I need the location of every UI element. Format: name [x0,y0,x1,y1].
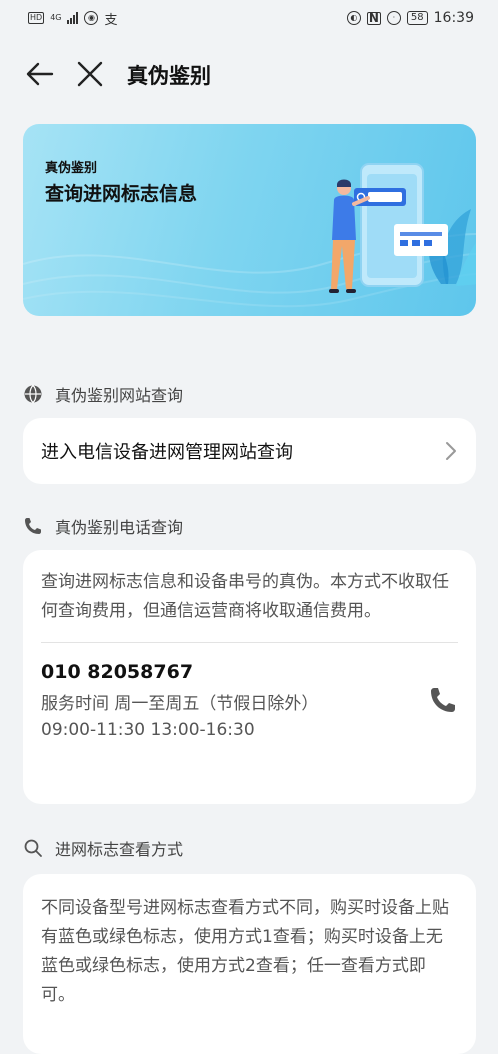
phone-description: 查询进网标志信息和设备串号的真伪。本方式不收取任何查询费用，但通信运营商将收取通… [41,572,449,621]
page-title: 真伪鉴别 [127,64,211,88]
search-icon [24,839,42,857]
chevron-right-icon [446,442,456,460]
method-section-header: 进网标志查看方式 [23,836,183,860]
globe-icon [24,385,42,403]
status-bar: HD 4G ◉ 支 ◐ N · 58 16:39 [0,0,498,36]
phone-section-title: 真伪鉴别电话查询 [55,518,184,537]
website-section-title: 真伪鉴别网站查询 [55,386,184,405]
view-method-card: 不同设备型号进网标志查看方式不同，购买时设备上贴有蓝色或绿色标志，使用方式1查看… [23,874,476,1054]
phone-query-card: 查询进网标志信息和设备串号的真伪。本方式不收取任何查询费用，但通信运营商将收取通… [23,550,476,804]
nfc-icon: N [366,10,381,25]
clock: 16:39 [433,10,474,26]
hero-banner: 真伪鉴别 查询进网标志信息 [23,124,476,316]
phone-info: 010 82058767 服务时间 周一至周五（节假日除外） 09:00-11:… [41,659,458,743]
phone-person-illustration [329,163,476,293]
banner-kicker: 真伪鉴别 [45,161,98,176]
telecom-website-link[interactable]: 进入电信设备进网管理网站查询 [23,418,476,484]
status-left: HD 4G ◉ 支 [28,9,118,28]
divider [41,642,458,643]
website-section-header: 真伪鉴别网站查询 [23,382,183,406]
network-type: 4G [50,13,62,22]
call-button-icon[interactable] [428,685,458,715]
service-hours: 服务时间 周一至周五（节假日除外） [41,694,319,714]
back-arrow-icon[interactable] [22,56,58,92]
phone-section-header: 真伪鉴别电话查询 [23,514,183,538]
alipay-notification: 支 [104,12,118,28]
phone-icon [25,518,41,534]
phone-number: 010 82058767 [41,661,194,683]
alarm-icon: · [386,11,401,25]
hd-indicator: HD [28,12,45,24]
telecom-website-link-label: 进入电信设备进网管理网站查询 [41,442,293,463]
app-notification-icon: ◉ [84,11,99,25]
nfc-ring-icon: ◐ [346,11,361,25]
service-times: 09:00-11:30 13:00-16:30 [41,720,255,740]
method-section-title: 进网标志查看方式 [55,840,184,859]
signal-icon [67,12,79,24]
close-icon[interactable] [72,56,108,92]
title-bar: 真伪鉴别 [0,46,498,102]
banner-heading: 查询进网标志信息 [45,183,198,205]
battery-level: 58 [406,11,428,25]
status-right: ◐ N · 58 16:39 [346,10,474,26]
method-description: 不同设备型号进网标志查看方式不同，购买时设备上贴有蓝色或绿色标志，使用方式1查看… [41,898,449,1005]
